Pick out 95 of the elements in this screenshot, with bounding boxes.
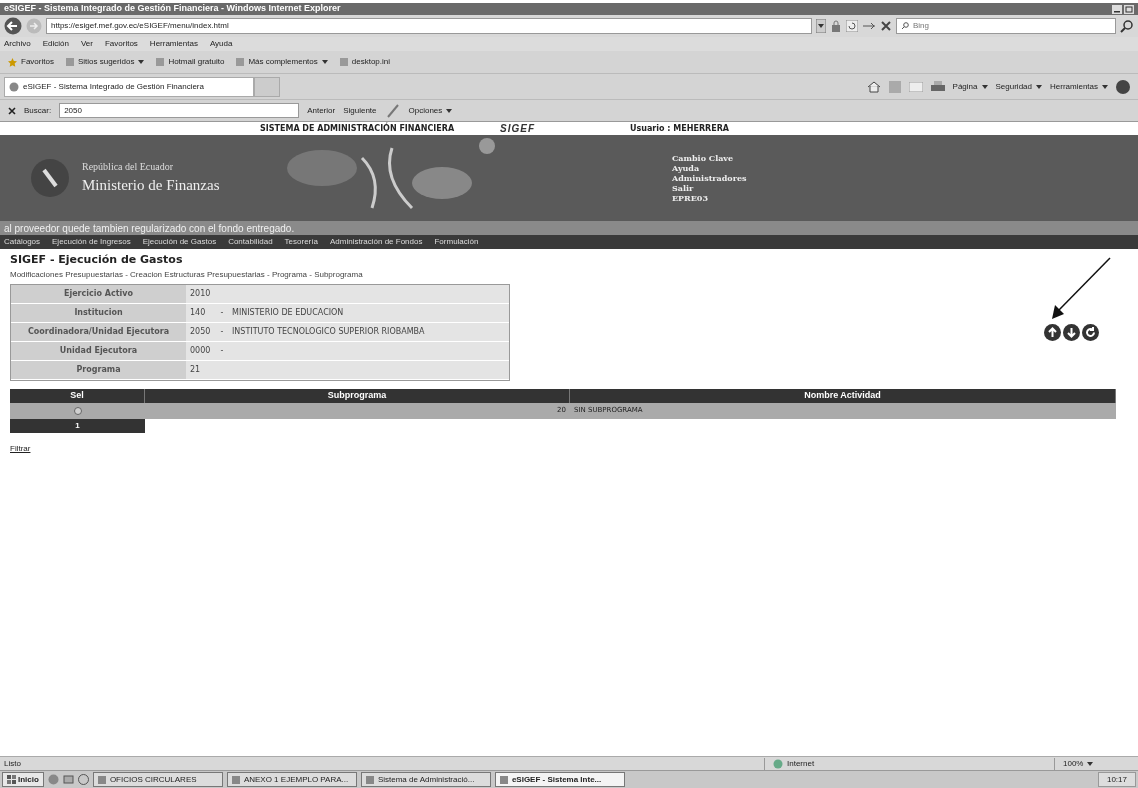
highlight-icon[interactable] bbox=[384, 102, 401, 119]
field-label: Ejercicio Activo bbox=[11, 284, 186, 303]
breadcrumb: Modificaciones Presupuestarias - Creacion Estructuras Presupuestarias - Programa - Subprograma bbox=[10, 268, 364, 281]
annotation-arrow bbox=[1050, 256, 1112, 321]
find-label: Buscar: bbox=[24, 104, 52, 117]
search-icon bbox=[901, 22, 909, 30]
start-button[interactable]: Inicio bbox=[2, 772, 44, 787]
radio-button[interactable] bbox=[73, 406, 82, 415]
header-link[interactable]: EPRE03 bbox=[672, 193, 747, 203]
nav-menu-item[interactable]: Ejecución de Ingresos bbox=[52, 236, 131, 248]
field-value: 2010 bbox=[189, 287, 212, 300]
menu-item[interactable]: Herramientas bbox=[149, 38, 198, 50]
nav-menu-item[interactable]: Ejecución de Gastos bbox=[142, 236, 217, 248]
window-controls-icon[interactable] bbox=[1112, 4, 1134, 14]
separator: - bbox=[219, 325, 225, 338]
find-button[interactable]: Siguiente bbox=[343, 104, 377, 117]
favorites-link[interactable]: desktop.ini bbox=[339, 56, 391, 68]
find-button[interactable]: Anterior bbox=[307, 104, 336, 117]
favorites-link[interactable]: Más complementos bbox=[236, 56, 328, 68]
window-title: eSIGEF - Sistema Integrado de Gestión Financiera - Windows Internet Explorer bbox=[4, 2, 341, 16]
header-link[interactable]: Ayuda bbox=[672, 163, 747, 173]
media-quick-launch-icon[interactable] bbox=[77, 774, 89, 785]
refresh-icon[interactable] bbox=[1082, 323, 1099, 341]
system-logo: SIGEF bbox=[500, 122, 536, 136]
menu-item[interactable]: Archivo bbox=[4, 38, 31, 50]
caret-icon[interactable] bbox=[1087, 761, 1094, 766]
close-icon[interactable] bbox=[880, 20, 892, 32]
refresh-icon[interactable] bbox=[846, 20, 858, 32]
menu-item[interactable]: Edición bbox=[42, 38, 69, 50]
system-title: SISTEMA DE ADMINISTRACIÓN FINANCIERA bbox=[260, 122, 456, 135]
column-header: Nombre Actividad bbox=[570, 388, 1116, 403]
close-icon[interactable] bbox=[8, 106, 16, 115]
lock-icon[interactable] bbox=[830, 20, 842, 32]
ministry-name: Ministerio de Finanzas bbox=[82, 176, 221, 196]
printer-icon[interactable] bbox=[930, 80, 945, 93]
separator: - bbox=[219, 344, 225, 357]
column-header: Subprograma bbox=[145, 388, 570, 403]
menu-item[interactable]: Ayuda bbox=[209, 38, 233, 50]
search-field[interactable]: Bing bbox=[896, 18, 1116, 34]
nav-menu-item[interactable]: Formulación bbox=[434, 236, 479, 248]
header-link[interactable]: Cambio Clave bbox=[672, 153, 747, 163]
taskbar-button[interactable]: ANEXO 1 EJEMPLO PARA... bbox=[226, 772, 357, 787]
windows-logo-icon bbox=[7, 775, 16, 784]
field-value: MINISTERIO DE EDUCACION bbox=[231, 306, 345, 319]
caret-icon[interactable] bbox=[1102, 84, 1108, 89]
caret-icon[interactable] bbox=[446, 108, 453, 113]
arrows-icon[interactable] bbox=[862, 20, 876, 32]
field-value: 2050 bbox=[189, 325, 212, 338]
options-button[interactable]: Opciones bbox=[408, 104, 453, 117]
header-link[interactable]: Administradores bbox=[672, 173, 747, 183]
nav-menu-item[interactable]: Tesorería bbox=[284, 236, 318, 248]
separator: - bbox=[219, 306, 225, 319]
filter-link[interactable]: Filtrar bbox=[10, 442, 31, 455]
taskbar-button[interactable]: eSIGEF - Sistema Inte... bbox=[494, 772, 625, 787]
ministry-emblem-icon bbox=[30, 158, 70, 198]
page-heading: SIGEF - Ejecución de Gastos bbox=[10, 252, 184, 268]
status-text: Listo bbox=[4, 757, 21, 770]
field-value: 21 bbox=[189, 363, 202, 376]
caret-icon[interactable] bbox=[1036, 84, 1042, 89]
command-menu[interactable]: Herramientas bbox=[1050, 80, 1108, 93]
home-icon[interactable] bbox=[866, 80, 881, 93]
caret-icon[interactable] bbox=[138, 60, 145, 64]
caret-icon[interactable] bbox=[981, 84, 988, 89]
country-name: República del Ecuador bbox=[82, 160, 175, 175]
column-header: Sel bbox=[10, 388, 145, 403]
browser-tab[interactable]: eSIGEF - Sistema Integrado de Gestión Financiera bbox=[4, 76, 254, 97]
news-ticker: al proveedor quede tambien regularizado con el fondo entregado. bbox=[0, 221, 1138, 235]
find-field[interactable]: 2050 bbox=[59, 103, 300, 118]
nav-menu-item[interactable]: Contabilidad bbox=[228, 236, 273, 248]
nav-menu-item[interactable]: Catálogos bbox=[4, 236, 41, 248]
dropdown-icon[interactable] bbox=[816, 19, 826, 33]
zone-indicator: Internet bbox=[764, 757, 964, 770]
favorites-link[interactable]: Sitios sugeridos bbox=[65, 56, 145, 68]
field-value: 140 bbox=[189, 306, 207, 319]
back-icon[interactable] bbox=[4, 17, 22, 35]
user-label: Usuario : MEHERRERA bbox=[630, 122, 730, 135]
search-icon[interactable] bbox=[1120, 19, 1134, 33]
field-value: 0000 bbox=[189, 344, 212, 357]
zoom-control[interactable]: 100% bbox=[1054, 757, 1134, 770]
menu-item[interactable]: Favoritos bbox=[104, 38, 138, 50]
system-tray: 10:17 bbox=[1097, 772, 1136, 787]
command-menu[interactable]: Página bbox=[952, 80, 988, 93]
taskbar-button[interactable]: OFICIOS CIRCULARES bbox=[92, 772, 223, 787]
menu-item[interactable]: Ver bbox=[80, 38, 93, 50]
field-value: INSTITUTO TECNOLOGICO SUPERIOR RIOBAMBA bbox=[231, 325, 426, 338]
header-link[interactable]: Salir bbox=[672, 183, 747, 193]
favorites-button[interactable]: Favoritos bbox=[8, 56, 54, 68]
favorites-link[interactable]: Hotmail gratuito bbox=[156, 56, 225, 68]
address-field[interactable]: https://esigef.mef.gov.ec/eSIGEF/menu/index.html bbox=[46, 18, 812, 34]
desktop-quick-launch-icon[interactable] bbox=[62, 774, 74, 785]
nav-menu-item[interactable]: Administración de Fondos bbox=[329, 236, 423, 248]
command-menu[interactable]: Seguridad bbox=[995, 80, 1042, 93]
taskbar-button[interactable]: Sistema de Administració... bbox=[360, 772, 491, 787]
caret-icon[interactable] bbox=[321, 60, 328, 64]
star-icon bbox=[8, 57, 17, 67]
